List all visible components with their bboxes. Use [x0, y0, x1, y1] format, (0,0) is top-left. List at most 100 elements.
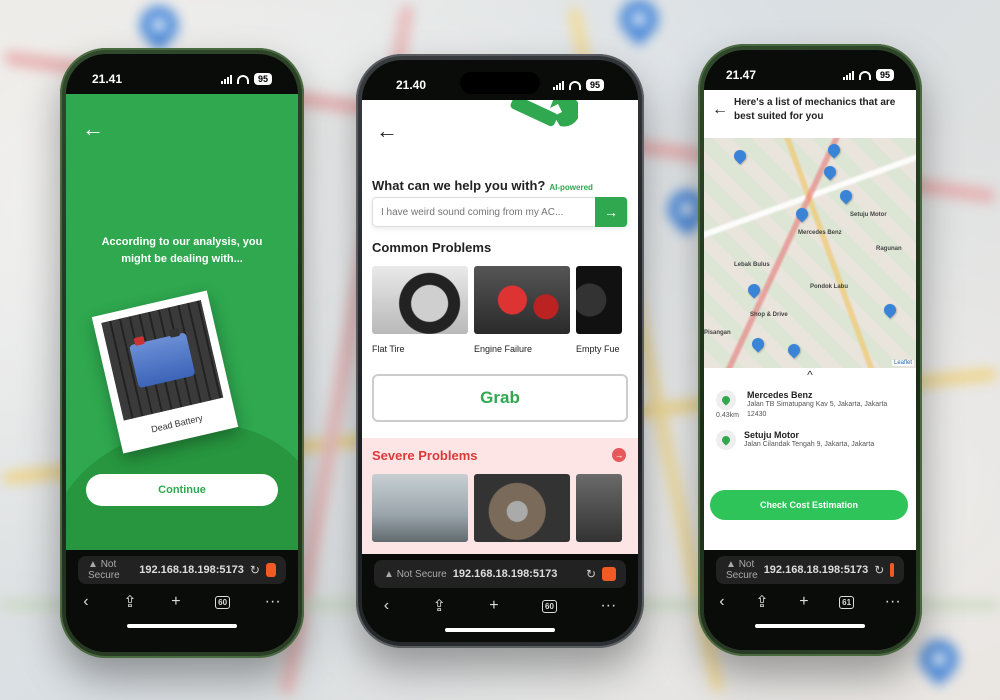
severe-card[interactable]: [474, 474, 570, 542]
map-label: Ragunan: [876, 246, 902, 252]
reload-icon[interactable]: ↻: [250, 563, 260, 577]
common-problems-list: Flat Tire Engine Failure Empty Fue: [372, 266, 622, 354]
mechanics-map[interactable]: Mercedes Benz Setuju Motor Lebak Bulus P…: [704, 138, 916, 368]
location-pin-icon: [716, 390, 736, 410]
reload-icon[interactable]: ↻: [874, 563, 884, 577]
back-icon[interactable]: ‹: [384, 597, 389, 615]
back-icon[interactable]: ‹: [719, 593, 724, 611]
tabs-icon[interactable]: 60: [215, 595, 231, 609]
browser-bar: ▲ Not Secure 192.168.18.198:5173 ↻ ‹ ⇪ +…: [704, 550, 916, 650]
fuel-gauge-image: [576, 266, 622, 334]
reload-icon[interactable]: ↻: [586, 567, 596, 581]
map-pin-icon[interactable]: [837, 187, 855, 205]
brave-icon[interactable]: [602, 567, 616, 581]
url-text: 192.168.18.198:5173: [763, 564, 869, 576]
severe-card[interactable]: [576, 474, 622, 542]
card-label: Engine Failure: [474, 344, 533, 354]
severe-card[interactable]: [372, 474, 468, 542]
card-label: Flat Tire: [372, 344, 405, 354]
page-title: Here's a list of mechanics that are best…: [734, 97, 896, 122]
battery-icon: 95: [253, 73, 272, 85]
more-icon[interactable]: ···: [885, 593, 901, 611]
mechanics-list: 0.43km Mercedes Benz Jalan TB Simatupang…: [716, 390, 908, 460]
back-arrow-icon[interactable]: ←: [376, 120, 398, 142]
address-bar[interactable]: ▲ Not Secure 192.168.18.198:5173 ↻: [716, 556, 904, 584]
map-attribution[interactable]: Leaflet: [891, 360, 914, 366]
problem-card-empty-fuel[interactable]: Empty Fue: [576, 266, 622, 354]
tabs-icon[interactable]: 60: [542, 599, 557, 613]
search-input[interactable]: [373, 206, 595, 218]
problem-search: →: [372, 197, 628, 227]
location-pin-icon: [716, 430, 736, 450]
url-text: 192.168.18.198:5173: [452, 568, 558, 580]
brave-icon[interactable]: [265, 563, 276, 577]
status-bar: 21.47 95: [704, 50, 916, 90]
continue-button[interactable]: Continue: [86, 474, 278, 506]
map-pin-icon[interactable]: [793, 205, 811, 223]
grab-partner-banner[interactable]: Grab: [372, 374, 628, 422]
new-tab-icon[interactable]: +: [799, 593, 808, 611]
clock: 21.47: [726, 68, 757, 82]
map-pin-icon[interactable]: [785, 341, 803, 359]
help-heading: What can we help you with? AI-powered: [372, 178, 593, 193]
card-label: Empty Fue: [576, 344, 620, 354]
clock: 21.40: [396, 78, 427, 92]
map-pin-icon[interactable]: [745, 281, 763, 299]
severe-problems-list: [372, 474, 622, 542]
address-bar[interactable]: ▲ Not Secure 192.168.18.198:5173 ↻: [78, 556, 286, 584]
mechanic-distance: 0.43km: [716, 412, 739, 419]
phone-right: 21.47 95 ← Here's a list of mechanics th…: [698, 44, 922, 656]
not-secure-label: ▲ Not Secure: [88, 559, 120, 581]
map-pin-icon[interactable]: [749, 335, 767, 353]
see-all-arrow-icon[interactable]: →: [612, 448, 626, 462]
engine-image: [474, 266, 570, 334]
wifi-icon: [568, 80, 581, 90]
map-label: Mercedes Benz: [798, 230, 842, 236]
problem-card-engine-failure[interactable]: Engine Failure: [474, 266, 570, 354]
share-icon[interactable]: ⇪: [432, 596, 445, 616]
status-bar: 21.40 95: [362, 60, 638, 100]
more-icon[interactable]: ···: [600, 597, 616, 615]
browser-bar: ▲ Not Secure 192.168.18.198:5173 ↻ ‹ ⇪ +…: [66, 550, 298, 652]
address-bar[interactable]: ▲ Not Secure 192.168.18.198:5173 ↻: [374, 560, 626, 588]
wrench-icon: [510, 100, 578, 127]
map-pin-icon[interactable]: [825, 141, 843, 159]
problem-card-flat-tire[interactable]: Flat Tire: [372, 266, 468, 354]
mechanic-name: Mercedes Benz: [746, 390, 813, 400]
phone-center: 21.40 95 ← What can we help you with? AI-…: [356, 54, 644, 648]
not-secure-label: ▲ Not Secure: [726, 559, 758, 581]
check-cost-estimation-button[interactable]: Check Cost Estimation: [710, 490, 908, 520]
back-icon[interactable]: ‹: [83, 593, 88, 611]
home-indicator: [445, 628, 555, 632]
clock: 21.41: [92, 72, 123, 86]
expand-caret-icon[interactable]: ^: [704, 368, 916, 382]
mechanic-address: Jalan TB Simatupang Kav 5, Jakarta, Jaka…: [746, 401, 888, 418]
browser-bar: ▲ Not Secure 192.168.18.198:5173 ↻ ‹ ⇪ +…: [362, 554, 638, 642]
map-label: Shop & Drive: [750, 312, 788, 318]
share-icon[interactable]: ⇪: [123, 592, 136, 612]
submit-arrow-button[interactable]: →: [595, 197, 627, 227]
battery-icon: 95: [875, 69, 894, 81]
brake-image: [474, 474, 570, 542]
share-icon[interactable]: ⇪: [755, 592, 768, 612]
wifi-icon: [236, 74, 249, 84]
map-pin-icon[interactable]: [881, 301, 899, 319]
transmission-image: [576, 474, 622, 542]
more-icon[interactable]: ···: [265, 593, 281, 611]
mechanic-item[interactable]: Setuju Motor Jalan Cilandak Tengah 9, Ja…: [716, 430, 908, 450]
ai-badge: AI-powered: [549, 183, 593, 192]
brave-icon[interactable]: [890, 563, 894, 577]
back-arrow-icon[interactable]: ←: [712, 102, 728, 118]
analysis-text: According to our analysis, you might be …: [101, 236, 263, 265]
new-tab-icon[interactable]: +: [171, 593, 180, 611]
map-label: Pisangan: [704, 330, 731, 336]
signal-icon: [842, 70, 854, 80]
new-tab-icon[interactable]: +: [489, 597, 498, 615]
map-pin-icon[interactable]: [821, 163, 839, 181]
map-label: Lebak Bulus: [734, 262, 770, 268]
mechanic-item[interactable]: 0.43km Mercedes Benz Jalan TB Simatupang…: [716, 390, 908, 420]
back-arrow-icon[interactable]: ←: [82, 118, 104, 140]
tabs-icon[interactable]: 61: [839, 595, 855, 609]
map-pin-icon[interactable]: [731, 147, 749, 165]
mechanic-address: Jalan Cilandak Tengah 9, Jakarta, Jakart…: [744, 441, 875, 448]
